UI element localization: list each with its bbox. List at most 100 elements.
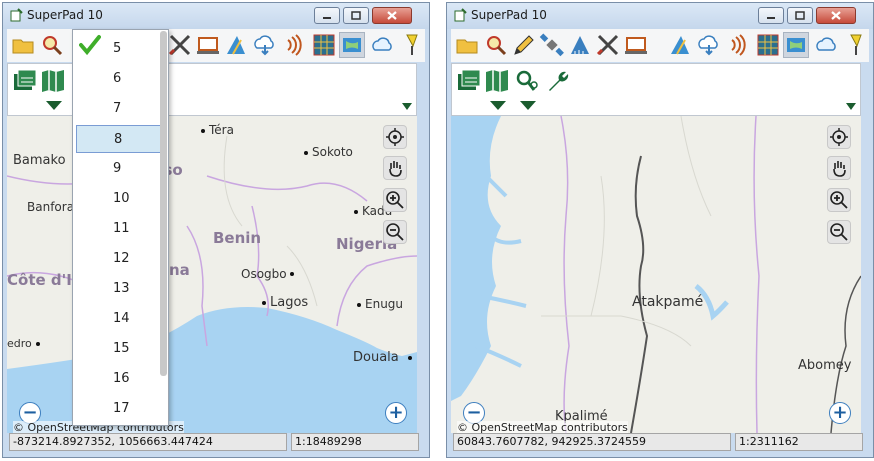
zoom-level-dropdown[interactable]: 5 6 7 8 9 10 11 12 13 14 15 16 17 xyxy=(72,29,169,426)
crosshair-icon xyxy=(386,128,404,146)
pin-button[interactable] xyxy=(841,32,867,58)
map-layers-button[interactable] xyxy=(12,68,38,94)
cloud-button[interactable] xyxy=(369,32,395,58)
scale-readout: 1:18489298 xyxy=(291,433,419,451)
zoom-level-option[interactable]: 14 xyxy=(76,305,166,333)
zoom-out-tool-button[interactable] xyxy=(827,220,851,244)
minimize-icon xyxy=(767,17,775,19)
tools-button[interactable] xyxy=(167,32,193,58)
layer-button[interactable] xyxy=(223,32,249,58)
layer-icon xyxy=(227,36,245,55)
zoom-level-option[interactable]: 5 xyxy=(76,35,166,63)
folder-icon xyxy=(456,39,478,54)
expand-arrow-icon[interactable] xyxy=(490,101,506,110)
zoom-level-option[interactable]: 17 xyxy=(76,395,166,423)
locate-button[interactable] xyxy=(383,125,407,149)
maximize-button[interactable] xyxy=(343,7,369,24)
maximize-button[interactable] xyxy=(787,7,813,24)
zoom-level-option[interactable]: 7 xyxy=(76,95,166,123)
zoom-out-tool-button[interactable] xyxy=(383,220,407,244)
toolbar-overflow-icon[interactable] xyxy=(402,103,412,110)
zoom-in-tool-button[interactable] xyxy=(827,188,851,212)
superpad-window-right: SuperPad 10 Atakpamé Kpalimé Abomey − + … xyxy=(446,2,874,458)
zoom-level-option[interactable]: 16 xyxy=(76,365,166,393)
zoom-level-option-selected[interactable]: 8 xyxy=(76,125,166,153)
layer-icon xyxy=(671,36,689,55)
pin-icon xyxy=(850,34,862,55)
map-view-button[interactable] xyxy=(339,32,365,58)
hand-icon xyxy=(389,161,402,177)
map-layers-button[interactable] xyxy=(456,68,482,94)
window-title: SuperPad 10 xyxy=(27,8,103,22)
pin-button[interactable] xyxy=(397,32,423,58)
crossed-tools-icon xyxy=(596,34,619,56)
zoom-level-option[interactable]: 10 xyxy=(76,185,166,213)
laptop-button[interactable] xyxy=(195,32,221,58)
toolbar-overflow-icon[interactable] xyxy=(846,103,856,110)
minimize-button[interactable] xyxy=(758,7,784,24)
pencil-button[interactable] xyxy=(511,32,537,58)
pencil-icon xyxy=(514,35,534,55)
cloud-button[interactable] xyxy=(813,32,839,58)
minus-icon: − xyxy=(466,402,482,423)
signal-icon xyxy=(287,34,302,56)
plus-icon: + xyxy=(388,402,404,423)
zoom-level-option[interactable]: 15 xyxy=(76,335,166,363)
measure-button[interactable] xyxy=(567,32,593,58)
ruler-icon xyxy=(571,36,589,54)
atlas-button[interactable] xyxy=(40,68,66,94)
search-button[interactable] xyxy=(483,32,509,58)
pan-button[interactable] xyxy=(827,156,851,180)
crossed-tools-icon xyxy=(168,34,191,56)
minimize-button[interactable] xyxy=(314,7,340,24)
zoom-level-option[interactable]: 12 xyxy=(76,245,166,273)
cloud-download-button[interactable] xyxy=(695,32,721,58)
zoom-in-button[interactable]: + xyxy=(829,402,851,424)
crosshair-icon xyxy=(830,128,848,146)
close-button[interactable] xyxy=(816,7,856,24)
pin-icon xyxy=(406,34,418,55)
signal-icon xyxy=(731,34,746,56)
map-city-label: Bamako xyxy=(13,153,66,168)
minus-icon: − xyxy=(22,402,38,423)
close-button[interactable] xyxy=(372,7,412,24)
geo-search-icon xyxy=(516,70,538,91)
map-city-label: Sokoto xyxy=(304,145,353,159)
close-icon xyxy=(387,11,397,20)
geo-search-button[interactable] xyxy=(514,68,540,94)
cloud-download-button[interactable] xyxy=(251,32,277,58)
map-attribution[interactable]: © OpenStreetMap contributors xyxy=(457,421,628,433)
dropdown-scrollbar[interactable] xyxy=(160,31,167,376)
map-view[interactable]: Atakpamé Kpalimé Abomey − + © OpenStreet… xyxy=(451,116,861,433)
zoom-level-option[interactable]: 6 xyxy=(76,65,166,93)
settings-button[interactable] xyxy=(544,68,570,94)
zoom-in-tool-button[interactable] xyxy=(383,188,407,212)
signal-button[interactable] xyxy=(723,32,749,58)
expand-arrow-icon[interactable] xyxy=(520,101,536,110)
grid-button[interactable] xyxy=(311,32,337,58)
laptop-button[interactable] xyxy=(623,32,649,58)
zoom-level-option[interactable]: 9 xyxy=(76,155,166,183)
search-button[interactable] xyxy=(39,32,65,58)
signal-button[interactable] xyxy=(279,32,305,58)
app-icon xyxy=(10,8,23,22)
open-folder-button[interactable] xyxy=(11,32,37,58)
title-bar[interactable]: SuperPad 10 xyxy=(447,3,873,29)
zoom-level-option[interactable]: 13 xyxy=(76,275,166,303)
tools-button[interactable] xyxy=(595,32,621,58)
grid-icon xyxy=(757,34,779,56)
zoom-in-button[interactable]: + xyxy=(385,402,407,424)
grid-button[interactable] xyxy=(755,32,781,58)
title-bar[interactable]: SuperPad 10 xyxy=(3,3,429,29)
hand-icon xyxy=(833,161,846,177)
atlas-button[interactable] xyxy=(484,68,510,94)
pan-button[interactable] xyxy=(383,156,407,180)
zoom-level-option[interactable]: 11 xyxy=(76,215,166,243)
map-view-button[interactable] xyxy=(783,32,809,58)
locate-button[interactable] xyxy=(827,125,851,149)
expand-arrow-icon[interactable] xyxy=(46,101,62,110)
satellite-button[interactable] xyxy=(539,32,565,58)
layer-button[interactable] xyxy=(667,32,693,58)
open-folder-button[interactable] xyxy=(455,32,481,58)
map-view[interactable]: Faso Benin Nigeria Côte d'I na Téra Soko… xyxy=(7,116,417,433)
